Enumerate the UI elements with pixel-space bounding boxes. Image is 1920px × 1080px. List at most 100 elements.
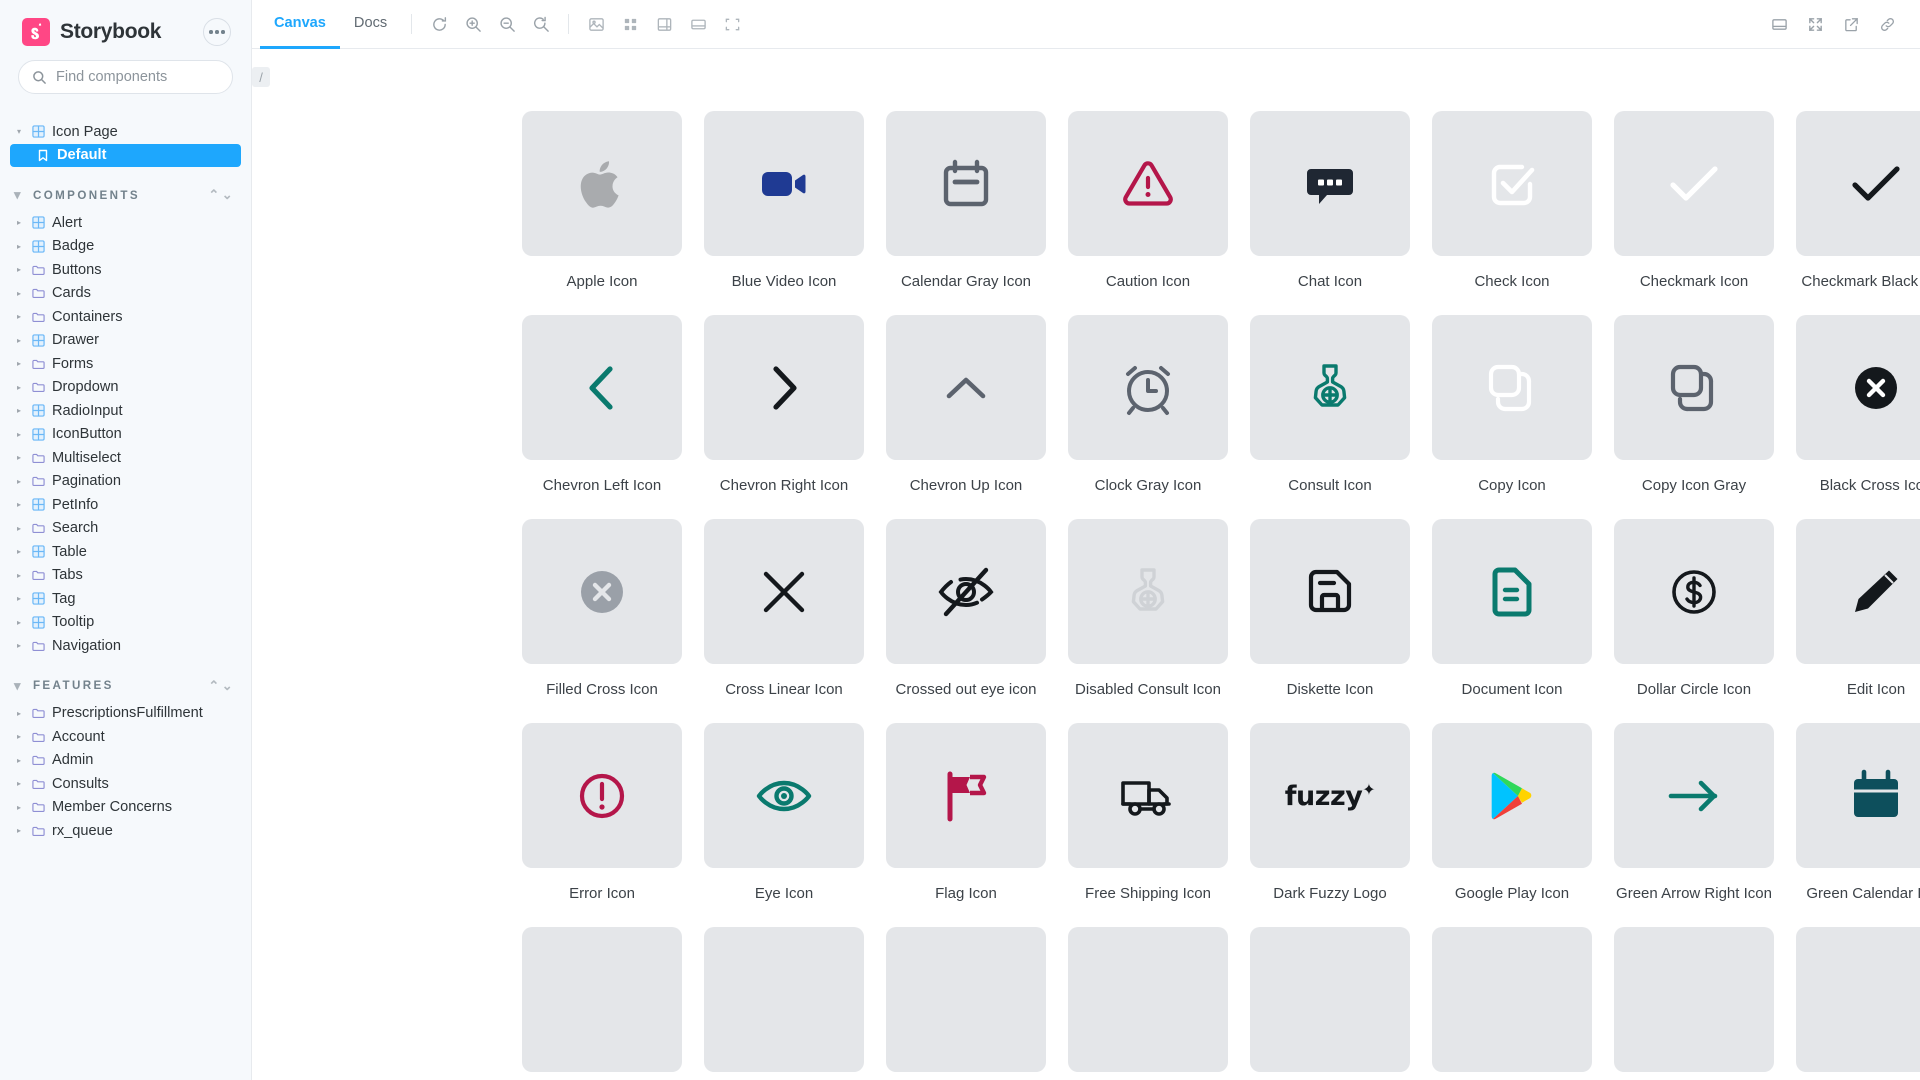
sidebar-item-prescriptionsfulfillment[interactable]: ▸ PrescriptionsFulfillment	[10, 702, 241, 726]
open-new-tab-icon[interactable]	[1834, 7, 1868, 41]
chevron-up-icon[interactable]	[886, 315, 1046, 460]
sidebar-item-account[interactable]: ▸ Account	[10, 725, 241, 749]
collapse-all-icon[interactable]: ⌃⌄	[208, 678, 235, 694]
sidebar-item-tag[interactable]: ▸ Tag	[10, 587, 241, 611]
chevron-right-icon[interactable]: ▸	[14, 312, 24, 321]
caution-triangle-icon[interactable]	[1068, 111, 1228, 256]
chevron-right-icon[interactable]: ▸	[14, 453, 24, 462]
sidebar-item-multiselect[interactable]: ▸ Multiselect	[10, 446, 241, 470]
zoom-in-icon[interactable]	[456, 7, 490, 41]
chevron-right-icon[interactable]: ▸	[14, 594, 24, 603]
chevron-right-icon[interactable]: ▸	[14, 430, 24, 439]
chevron-right-icon[interactable]: ▸	[14, 641, 24, 650]
cross-circle-filled-icon[interactable]	[1796, 315, 1920, 460]
sidebar-item-rx-queue[interactable]: ▸ rx_queue	[10, 819, 241, 843]
chevron-right-icon[interactable]: ▸	[14, 500, 24, 509]
apple-icon[interactable]	[522, 111, 682, 256]
chevron-right-icon[interactable]: ▸	[14, 383, 24, 392]
sidebar-item-containers[interactable]: ▸ Containers	[10, 305, 241, 329]
chevron-right-icon[interactable]: ▸	[14, 618, 24, 627]
measure-icon[interactable]	[647, 7, 681, 41]
checkmark-icon[interactable]	[1796, 111, 1920, 256]
sidebar-item-admin[interactable]: ▸ Admin	[10, 749, 241, 773]
document-icon[interactable]	[1432, 519, 1592, 664]
sidebar-panel-icon[interactable]	[1762, 7, 1796, 41]
chevron-right-icon[interactable]: ▸	[14, 571, 24, 580]
remount-icon[interactable]	[422, 7, 456, 41]
sidebar-item-search[interactable]: ▸ Search	[10, 517, 241, 541]
chevron-right-icon[interactable]: ▸	[14, 218, 24, 227]
viewport-icon[interactable]	[681, 7, 715, 41]
group-header-features[interactable]: ▾ FEATURES ⌃⌄	[10, 658, 241, 702]
sidebar-item-drawer[interactable]: ▸ Drawer	[10, 329, 241, 353]
chevron-right-icon[interactable]: ▸	[14, 547, 24, 556]
google-play-icon[interactable]	[1432, 723, 1592, 868]
chevron-right-icon[interactable]: ▸	[14, 826, 24, 835]
dollar-circle-icon[interactable]	[1614, 519, 1774, 664]
placeholder[interactable]	[1432, 927, 1592, 1072]
placeholder[interactable]	[1068, 927, 1228, 1072]
background-image-icon[interactable]	[579, 7, 613, 41]
outline-icon[interactable]	[715, 7, 749, 41]
placeholder[interactable]	[886, 927, 1046, 1072]
fuzzy-logo[interactable]: fuzzy✦	[1250, 723, 1410, 868]
chevron-right-icon[interactable]: ▸	[14, 289, 24, 298]
truck-icon[interactable]	[1068, 723, 1228, 868]
video-camera-icon[interactable]	[704, 111, 864, 256]
brand[interactable]: Storybook	[22, 18, 161, 46]
tab-docs[interactable]: Docs	[340, 1, 401, 49]
chevron-right-icon[interactable]: ▸	[14, 756, 24, 765]
grid-icon[interactable]	[613, 7, 647, 41]
sidebar-item-dropdown[interactable]: ▸ Dropdown	[10, 376, 241, 400]
sidebar-item-member-concerns[interactable]: ▸ Member Concerns	[10, 796, 241, 820]
eye-off-icon[interactable]	[886, 519, 1046, 664]
chevron-right-icon[interactable]: ▸	[14, 477, 24, 486]
sidebar-item-iconbutton[interactable]: ▸ IconButton	[10, 423, 241, 447]
placeholder[interactable]	[522, 927, 682, 1072]
sidebar-item-cards[interactable]: ▸ Cards	[10, 282, 241, 306]
error-circle-icon[interactable]	[522, 723, 682, 868]
cross-linear-icon[interactable]	[704, 519, 864, 664]
copy-icon[interactable]	[1432, 315, 1592, 460]
arrow-right-icon[interactable]	[1614, 723, 1774, 868]
tab-canvas[interactable]: Canvas	[260, 1, 340, 49]
chevron-right-icon[interactable]: ▸	[14, 242, 24, 251]
zoom-out-icon[interactable]	[490, 7, 524, 41]
copy-link-icon[interactable]	[1870, 7, 1904, 41]
placeholder[interactable]	[1250, 927, 1410, 1072]
sidebar-item-buttons[interactable]: ▸ Buttons	[10, 258, 241, 282]
chevron-right-icon[interactable]: ▸	[14, 359, 24, 368]
zoom-reset-icon[interactable]	[524, 7, 558, 41]
group-header-components[interactable]: ▾ COMPONENTS ⌃⌄	[10, 167, 241, 211]
flag-icon[interactable]	[886, 723, 1046, 868]
fullscreen-icon[interactable]	[1798, 7, 1832, 41]
eye-icon[interactable]	[704, 723, 864, 868]
chevron-right-icon[interactable]: ▸	[14, 779, 24, 788]
sidebar-item-tabs[interactable]: ▸ Tabs	[10, 564, 241, 588]
calendar-icon[interactable]	[886, 111, 1046, 256]
chevron-right-icon[interactable]: ▸	[14, 336, 24, 345]
chevron-right-icon[interactable]: ▸	[14, 709, 24, 718]
sidebar-item-table[interactable]: ▸ Table	[10, 540, 241, 564]
sidebar-item-radioinput[interactable]: ▸ RadioInput	[10, 399, 241, 423]
chevron-left-icon[interactable]	[522, 315, 682, 460]
consult-person-icon[interactable]	[1250, 315, 1410, 460]
chevron-down-icon[interactable]: ▾	[14, 127, 24, 136]
placeholder[interactable]	[704, 927, 864, 1072]
sidebar-item-forms[interactable]: ▸ Forms	[10, 352, 241, 376]
sidebar-item-badge[interactable]: ▸ Badge	[10, 235, 241, 259]
check-square-icon[interactable]	[1432, 111, 1592, 256]
placeholder[interactable]	[1796, 927, 1920, 1072]
sidebar-item-navigation[interactable]: ▸ Navigation	[10, 634, 241, 658]
sidebar-item-alert[interactable]: ▸ Alert	[10, 211, 241, 235]
ellipsis-icon[interactable]	[203, 18, 231, 46]
sidebar-item-default[interactable]: Default	[10, 143, 241, 167]
search-box[interactable]: /	[18, 60, 270, 94]
sidebar-item-consults[interactable]: ▸ Consults	[10, 772, 241, 796]
calendar-filled-icon[interactable]	[1796, 723, 1920, 868]
sidebar-item-tooltip[interactable]: ▸ Tooltip	[10, 611, 241, 635]
chevron-right-icon[interactable]: ▸	[14, 265, 24, 274]
sidebar-item-petinfo[interactable]: ▸ PetInfo	[10, 493, 241, 517]
checkmark-icon[interactable]	[1614, 111, 1774, 256]
chevron-right-icon[interactable]	[704, 315, 864, 460]
